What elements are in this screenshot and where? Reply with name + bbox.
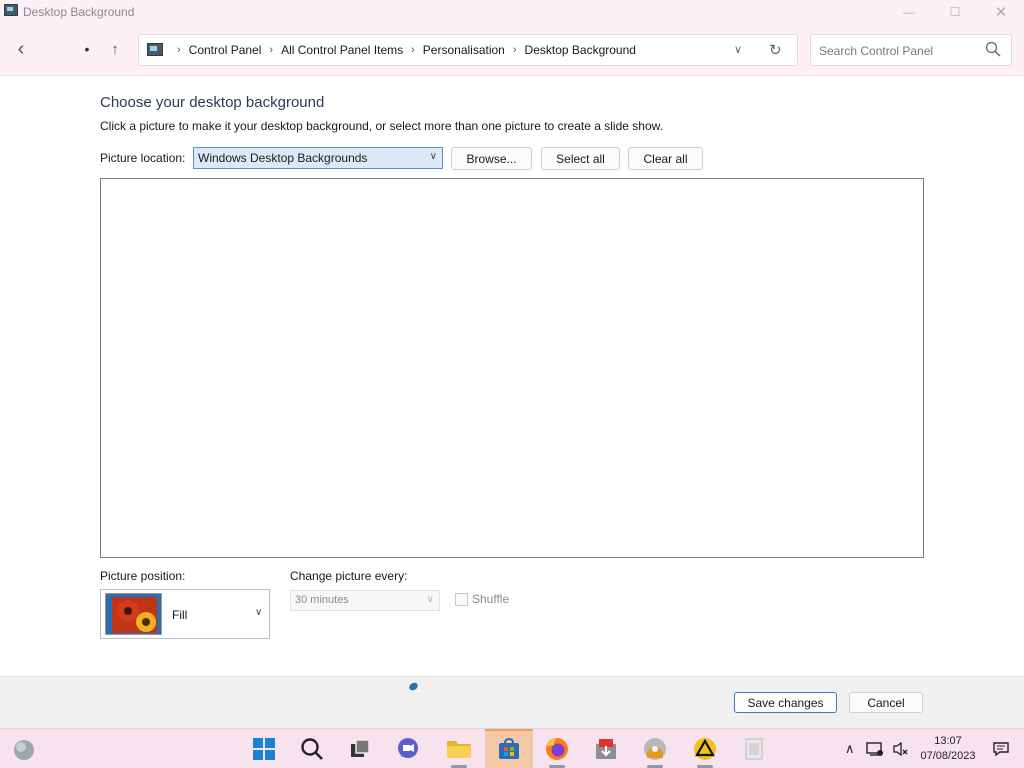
- network-icon[interactable]: [866, 729, 884, 768]
- search-icon[interactable]: [298, 735, 326, 763]
- chevron-up-icon[interactable]: ∧: [845, 741, 855, 757]
- notepad-icon[interactable]: [740, 735, 768, 763]
- notification-icon[interactable]: [992, 729, 1010, 768]
- breadcrumb: › Control Panel › All Control Panel Item…: [169, 43, 636, 57]
- navigation-bar: ‹ • ↑ › Control Panel › All Control Pane…: [0, 24, 1024, 76]
- change-interval-dropdown[interactable]: 30 minutes ∨: [290, 590, 440, 611]
- clock-date: 07/08/2023: [920, 750, 976, 762]
- cancel-button[interactable]: Cancel: [849, 692, 923, 713]
- change-interval-value: 30 minutes: [295, 594, 349, 606]
- breadcrumb-all-items[interactable]: All Control Panel Items: [281, 43, 403, 57]
- clear-all-button[interactable]: Clear all: [628, 147, 703, 170]
- window-title: Desktop Background: [23, 5, 135, 19]
- breadcrumb-personalisation[interactable]: Personalisation: [423, 43, 505, 57]
- disc-app-icon[interactable]: [641, 735, 669, 763]
- breadcrumb-desktop-background[interactable]: Desktop Background: [525, 43, 636, 57]
- firefox-icon[interactable]: [543, 735, 571, 763]
- file-explorer-icon[interactable]: [445, 735, 473, 763]
- browse-button[interactable]: Browse...: [451, 147, 532, 170]
- app-installer-icon[interactable]: [592, 735, 620, 763]
- volume-muted-icon[interactable]: [892, 729, 910, 768]
- search-icon[interactable]: [985, 41, 1001, 57]
- chevron-right-icon[interactable]: ›: [513, 44, 517, 56]
- shuffle-label: Shuffle: [472, 592, 510, 606]
- picture-position-value: Fill: [172, 608, 188, 622]
- clock[interactable]: 13:07 07/08/2023: [913, 734, 983, 764]
- start-icon[interactable]: [250, 735, 278, 763]
- chevron-right-icon[interactable]: ›: [411, 44, 415, 56]
- taskbar: ∧ 13:07 07/08/2023: [0, 728, 1024, 768]
- picture-list[interactable]: [100, 178, 924, 558]
- task-view-icon[interactable]: [346, 735, 374, 763]
- flower-preview-image: [106, 594, 161, 634]
- select-all-button[interactable]: Select all: [541, 147, 620, 170]
- minimize-button[interactable]: —: [886, 0, 932, 24]
- clock-time: 13:07: [934, 735, 962, 747]
- control-panel-icon: [4, 4, 18, 16]
- chevron-right-icon: ›: [177, 44, 181, 56]
- chevron-down-icon: ∨: [255, 607, 263, 618]
- chevron-down-icon: ∨: [426, 594, 434, 605]
- instructions-text: Click a picture to make it your desktop …: [100, 119, 663, 133]
- weather-icon[interactable]: [10, 735, 38, 763]
- up-arrow-icon[interactable]: ↑: [102, 36, 128, 62]
- picture-position-dropdown[interactable]: Fill ∨: [100, 589, 270, 639]
- store-icon[interactable]: [495, 735, 523, 763]
- change-picture-label: Change picture every:: [290, 569, 408, 583]
- breadcrumb-control-panel[interactable]: Control Panel: [189, 43, 262, 57]
- close-button[interactable]: ✕: [978, 0, 1024, 24]
- chevron-right-icon[interactable]: ›: [269, 44, 273, 56]
- picture-position-label: Picture position:: [100, 569, 186, 583]
- picture-location-dropdown[interactable]: Windows Desktop Backgrounds ∨: [193, 147, 443, 169]
- chevron-down-icon[interactable]: ∨: [734, 43, 742, 56]
- chevron-down-icon: ∨: [429, 151, 437, 162]
- picture-location-value: Windows Desktop Backgrounds: [198, 151, 368, 165]
- forward-dot-icon[interactable]: •: [74, 36, 100, 62]
- address-bar[interactable]: › Control Panel › All Control Panel Item…: [138, 34, 798, 66]
- checkbox-box[interactable]: [455, 592, 468, 606]
- save-changes-button[interactable]: Save changes: [734, 692, 837, 713]
- warning-app-icon[interactable]: [691, 735, 719, 763]
- title-bar: Desktop Background — ☐ ✕: [0, 0, 1024, 24]
- show-hidden-icons-chevron[interactable]: ∧: [845, 729, 855, 768]
- position-preview-thumbnail: [105, 593, 162, 635]
- control-panel-icon: [147, 43, 163, 56]
- page-title: Choose your desktop background: [100, 94, 325, 111]
- picture-location-label: Picture location:: [100, 151, 186, 165]
- back-arrow-icon[interactable]: ‹: [8, 36, 34, 62]
- chat-icon[interactable]: [394, 735, 422, 763]
- search-box[interactable]: Search Control Panel: [810, 34, 1012, 66]
- shuffle-checkbox[interactable]: Shuffle: [455, 592, 509, 606]
- refresh-icon[interactable]: ↻: [769, 41, 782, 59]
- maximize-button[interactable]: ☐: [932, 0, 978, 24]
- search-input[interactable]: Search Control Panel: [819, 44, 933, 58]
